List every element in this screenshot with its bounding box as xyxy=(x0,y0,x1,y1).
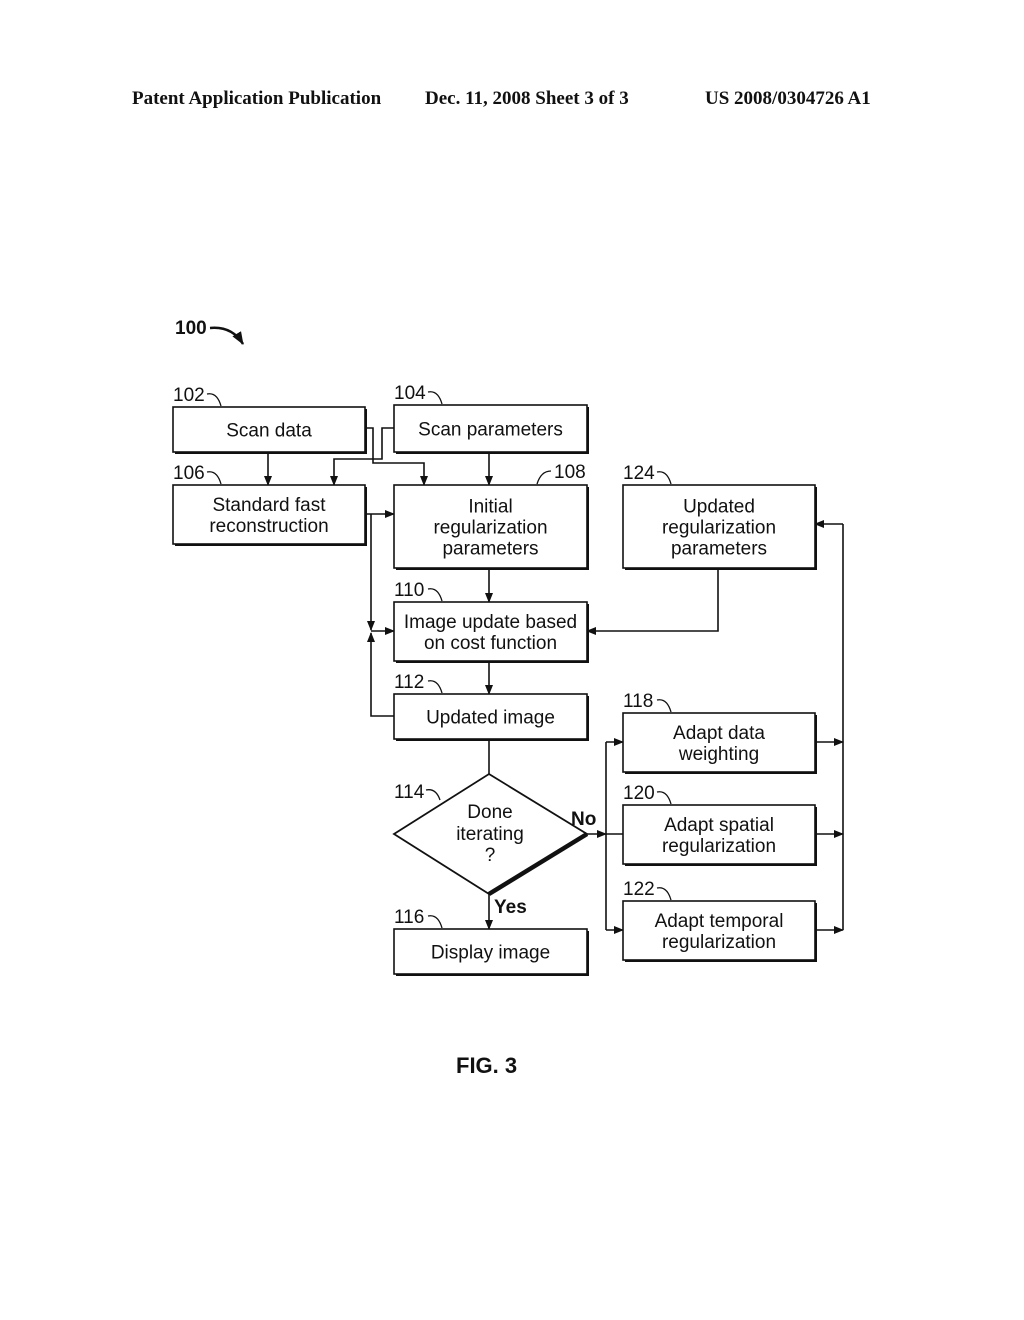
ref-label-118: 118 xyxy=(623,691,653,712)
edge-label-no: No xyxy=(571,809,596,830)
ref-label-106: 106 xyxy=(173,463,205,484)
ref-label-110: 110 xyxy=(394,580,424,601)
box-label-line: Adapt spatial xyxy=(664,815,774,836)
box-label-line: on cost function xyxy=(424,633,557,654)
box-label-line: parameters xyxy=(671,539,767,560)
node-adapt-data-weighting: Adapt dataweighting 118 xyxy=(622,691,817,774)
box-label-line: regularization xyxy=(662,932,776,953)
box-label-line: regularization xyxy=(662,836,776,857)
box-label-line: Scan data xyxy=(226,421,312,442)
node-std-fast-recon: Standard fastreconstruction 106 xyxy=(172,463,367,546)
ref-leader-118 xyxy=(656,699,672,713)
box-label-line: Standard fast xyxy=(212,495,326,516)
box-label-line: Scan parameters xyxy=(418,420,563,441)
ref-leader-112 xyxy=(427,680,443,694)
box-label-line: Updated image xyxy=(426,708,555,729)
ref-label-120: 120 xyxy=(623,783,655,804)
ref-leader-120 xyxy=(656,791,672,805)
box-label-line: regularization xyxy=(662,518,776,539)
node-scan-params: Scan parameters 104 xyxy=(393,383,589,454)
box-label-line: parameters xyxy=(442,539,538,560)
edge-updated-image-feedback xyxy=(367,632,394,717)
decision-line-1: Done xyxy=(467,802,512,823)
figure-caption: FIG. 3 xyxy=(456,1053,517,1078)
edge-updated-params-to-image-update xyxy=(586,568,719,635)
node-adapt-temporal-reg: Adapt temporalregularization 122 xyxy=(622,879,817,962)
node-display-image: Display image 116 xyxy=(393,907,589,976)
figure-ref-100: 100 xyxy=(175,318,245,345)
edge-label-yes: Yes xyxy=(494,897,527,918)
box-label-line: Display image xyxy=(431,943,550,964)
node-updated-image: Updated image112 xyxy=(393,672,589,741)
box-label-line: weighting xyxy=(678,744,759,765)
ref-label-108: 108 xyxy=(554,462,586,483)
ref-leader-106 xyxy=(206,471,222,485)
node-image-update: Image update basedon cost function 110 xyxy=(393,580,589,663)
ref-leader-124 xyxy=(656,471,672,485)
ref-label-102: 102 xyxy=(173,385,205,406)
ref-leader-122 xyxy=(656,887,672,901)
ref-leader-114 xyxy=(425,789,441,801)
decision-line-3: ? xyxy=(485,845,496,866)
ref-label-116: 116 xyxy=(394,907,424,928)
node-scan-data: Scan data 102 xyxy=(172,385,367,454)
figure-ref-label: 100 xyxy=(175,318,207,339)
box-label-line: Initial xyxy=(468,497,512,518)
box-label-line: Image update based xyxy=(404,612,577,633)
ref-label-104: 104 xyxy=(394,383,426,404)
figure-ref-arrow xyxy=(209,326,245,345)
ref-leader-110 xyxy=(427,588,443,602)
ref-leader-116 xyxy=(427,915,443,929)
node-done-iterating: Done iterating ? 114 xyxy=(392,772,589,896)
decision-line-2: iterating xyxy=(456,824,524,845)
ref-label-122: 122 xyxy=(623,879,655,900)
box-label-line: Updated xyxy=(683,497,755,518)
box-label-line: Adapt temporal xyxy=(655,911,784,932)
ref-leader-102 xyxy=(206,393,222,407)
box-label-line: Adapt data xyxy=(673,723,765,744)
box-label-line: reconstruction xyxy=(209,516,328,537)
box-label-line: regularization xyxy=(433,518,547,539)
node-updated-reg-params: Updatedregularizationparameters 124 xyxy=(622,463,817,570)
ref-label-124: 124 xyxy=(623,463,655,484)
flowchart: 100 Scan data102Scan parameters104Standa… xyxy=(172,318,844,1078)
ref-leader-104 xyxy=(427,391,443,405)
ref-leader-108 xyxy=(536,470,552,485)
ref-label-112: 112 xyxy=(394,672,424,693)
node-adapt-spatial-reg: Adapt spatialregularization 120 xyxy=(622,783,817,866)
ref-label-114: 114 xyxy=(394,782,425,803)
